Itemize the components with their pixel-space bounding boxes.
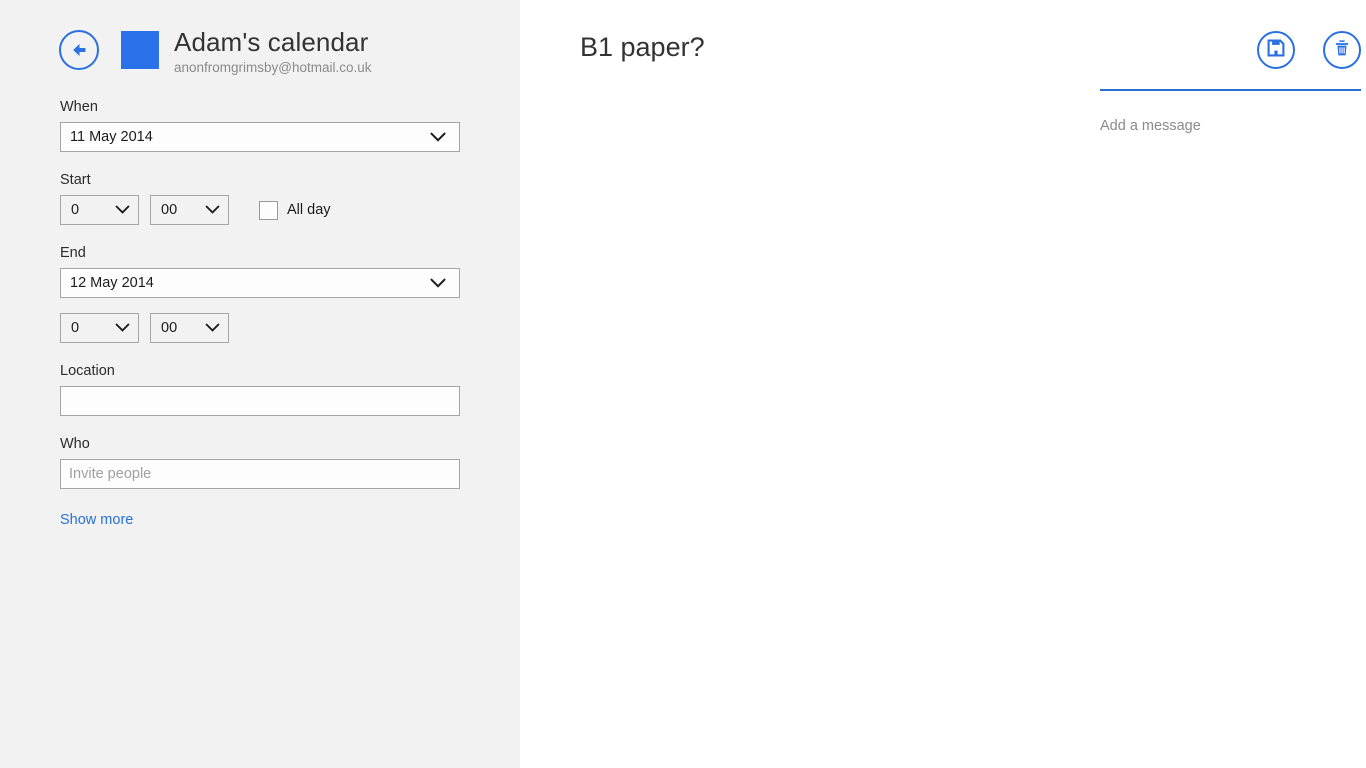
- calendar-event-editor: Adam's calendar anonfromgrimsby@hotmail.…: [0, 0, 1366, 768]
- end-date-dropdown[interactable]: 12 May 2014: [60, 268, 460, 298]
- end-hour-value: 0: [71, 320, 80, 336]
- all-day-checkbox-group[interactable]: All day: [259, 200, 331, 220]
- show-more-link[interactable]: Show more: [60, 511, 133, 529]
- all-day-label: All day: [287, 202, 331, 218]
- chevron-down-icon: [425, 131, 451, 143]
- chevron-down-icon: [201, 323, 223, 333]
- invite-people-input[interactable]: [60, 459, 460, 489]
- save-button[interactable]: [1257, 31, 1295, 69]
- delete-button[interactable]: [1323, 31, 1361, 69]
- subject-row: B1 paper?: [520, 0, 1366, 69]
- back-button[interactable]: [59, 30, 99, 70]
- calendar-color-swatch: [121, 31, 159, 69]
- back-arrow-icon: [68, 39, 90, 61]
- event-form: When 11 May 2014 Start 0 00 All day End …: [0, 76, 520, 529]
- start-label: Start: [60, 172, 91, 188]
- who-label: Who: [60, 436, 90, 452]
- start-hour-dropdown[interactable]: 0: [60, 195, 139, 225]
- when-date-dropdown[interactable]: 11 May 2014: [60, 122, 460, 152]
- all-day-checkbox[interactable]: [259, 200, 278, 220]
- trash-can-icon: [1332, 38, 1352, 63]
- location-label: Location: [60, 363, 115, 379]
- chevron-down-icon: [111, 205, 133, 215]
- end-label: End: [60, 245, 86, 261]
- chevron-down-icon: [201, 205, 223, 215]
- chevron-down-icon: [111, 323, 133, 333]
- when-date-value: 11 May 2014: [70, 129, 153, 145]
- start-minute-dropdown[interactable]: 00: [150, 195, 229, 225]
- start-minute-value: 00: [161, 202, 178, 218]
- message-body[interactable]: Add a message: [1100, 117, 1366, 677]
- calendar-header: Adam's calendar anonfromgrimsby@hotmail.…: [0, 0, 520, 76]
- start-time-row: 0 00 All day: [60, 195, 520, 225]
- end-hour-dropdown[interactable]: 0: [60, 313, 139, 343]
- calendar-identity: Adam's calendar anonfromgrimsby@hotmail.…: [174, 27, 372, 75]
- when-label: When: [60, 99, 98, 115]
- account-email: anonfromgrimsby@hotmail.co.uk: [174, 60, 372, 75]
- chevron-down-icon: [425, 277, 451, 289]
- end-minute-dropdown[interactable]: 00: [150, 313, 229, 343]
- end-minute-value: 00: [161, 320, 178, 336]
- event-subject[interactable]: B1 paper?: [580, 30, 1257, 64]
- end-time-row: 0 00: [60, 313, 520, 343]
- start-hour-value: 0: [71, 202, 80, 218]
- location-input[interactable]: [60, 386, 460, 416]
- save-floppy-icon: [1266, 38, 1286, 63]
- subject-underline: [1100, 89, 1361, 91]
- calendar-name: Adam's calendar: [174, 27, 369, 57]
- event-content-pane: B1 paper? Add a message: [520, 0, 1366, 768]
- end-date-value: 12 May 2014: [70, 275, 154, 291]
- action-buttons: [1257, 31, 1361, 69]
- event-details-pane: Adam's calendar anonfromgrimsby@hotmail.…: [0, 0, 520, 768]
